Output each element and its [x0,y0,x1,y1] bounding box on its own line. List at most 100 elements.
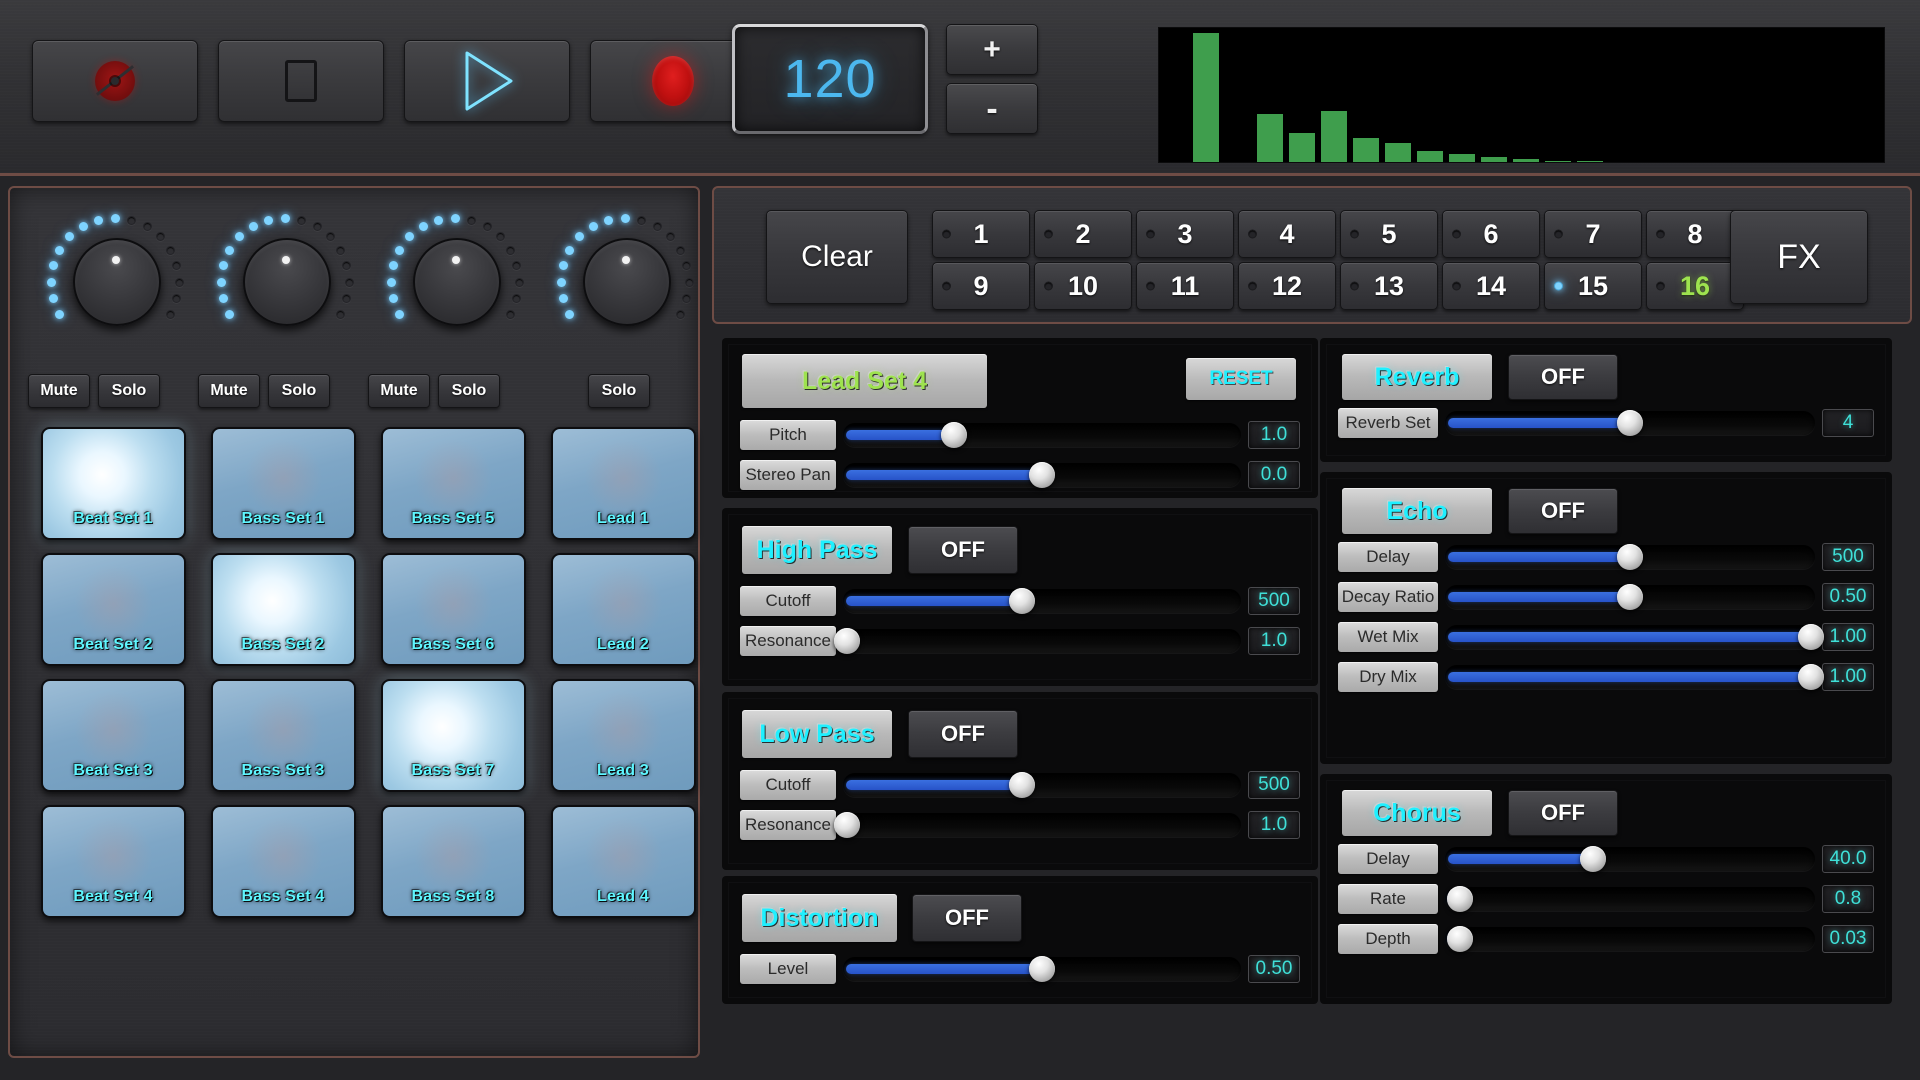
play-button[interactable] [404,40,570,122]
reverb-slider-track[interactable] [1445,410,1815,436]
echo-slider-track[interactable] [1445,544,1815,570]
channel-4-volume-knob[interactable] [550,210,700,355]
echo-slider-thumb[interactable] [1617,584,1643,610]
solo-button-4[interactable]: Solo [588,374,650,408]
pad-1[interactable]: Beat Set 1 [40,426,186,540]
knob-led [93,215,103,225]
pad-13[interactable]: Beat Set 4 [40,804,186,918]
pad-3[interactable]: Bass Set 5 [380,426,526,540]
pattern-button-14[interactable]: 14 [1442,262,1540,310]
pad-16[interactable]: Lead 4 [550,804,696,918]
pattern-button-label: 11 [1170,270,1200,301]
channel-1-volume-knob[interactable] [40,210,190,355]
pad-12[interactable]: Lead 3 [550,678,696,792]
pad-15[interactable]: Bass Set 8 [380,804,526,918]
pad-5[interactable]: Beat Set 2 [40,552,186,666]
chorus-slider-value: 0.03 [1822,925,1874,953]
chorus-slider-track[interactable] [1445,886,1815,912]
chorus-slider-thumb[interactable] [1446,886,1473,912]
high-pass-slider-value: 1.0 [1248,627,1300,655]
knob-led [684,277,694,287]
sound-slider-thumb[interactable] [1029,462,1055,488]
pattern-button-15[interactable]: 15 [1544,262,1642,310]
fx-button[interactable]: FX [1730,210,1868,304]
sound-slider-thumb[interactable] [941,422,968,448]
high-pass-slider-thumb[interactable] [833,628,860,654]
mute-button-1[interactable]: Mute [28,374,90,408]
knob-led [467,215,477,225]
low-pass-slider-thumb[interactable] [1009,772,1036,798]
pad-11[interactable]: Bass Set 7 [380,678,526,792]
channel-3-volume-knob[interactable] [380,210,530,355]
pad-2[interactable]: Bass Set 1 [210,426,356,540]
high-pass-slider-track[interactable] [833,628,1241,654]
low-pass-toggle[interactable]: OFF [908,710,1018,758]
distortion-slider-thumb[interactable] [1029,956,1055,982]
pattern-button-13[interactable]: 13 [1340,262,1438,310]
chorus-slider-label: Depth [1338,924,1438,954]
pattern-button-12[interactable]: 12 [1238,262,1336,310]
pattern-button-3[interactable]: 3 [1136,210,1234,258]
reverb-toggle[interactable]: OFF [1508,354,1618,400]
echo-slider-thumb[interactable] [1798,664,1825,690]
pad-7[interactable]: Bass Set 6 [380,552,526,666]
mute-button-2[interactable]: Mute [198,374,260,408]
knob-pointer [452,256,460,264]
pad-6[interactable]: Bass Set 2 [210,552,356,666]
sound-slider-track[interactable] [843,462,1241,488]
echo-slider-track[interactable] [1445,624,1825,650]
reset-button[interactable]: RESET [1186,358,1296,400]
chorus-slider-label: Delay [1338,844,1438,874]
low-pass-slider-thumb[interactable] [833,812,860,838]
knob-led [388,260,398,270]
distortion-slider-track[interactable] [843,956,1241,982]
pattern-button-11[interactable]: 11 [1136,262,1234,310]
mute-button-3[interactable]: Mute [368,374,430,408]
pattern-button-2[interactable]: 2 [1034,210,1132,258]
chorus-slider-thumb[interactable] [1446,926,1473,952]
echo-slider-track[interactable] [1445,664,1825,690]
echo-slider-label: Dry Mix [1338,662,1438,692]
bpm-decrease-button[interactable]: - [946,83,1038,134]
pattern-button-5[interactable]: 5 [1340,210,1438,258]
pad-9[interactable]: Beat Set 3 [40,678,186,792]
high-pass-toggle[interactable]: OFF [908,526,1018,574]
pad-14[interactable]: Bass Set 4 [210,804,356,918]
solo-button-2[interactable]: Solo [268,374,330,408]
pattern-button-6[interactable]: 6 [1442,210,1540,258]
pattern-button-9[interactable]: 9 [932,262,1030,310]
echo-slider-thumb[interactable] [1798,624,1825,650]
clear-button[interactable]: Clear [766,210,908,304]
high-pass-slider-thumb[interactable] [1009,588,1036,614]
chorus-slider-track[interactable] [1445,926,1815,952]
distortion-toggle[interactable]: OFF [912,894,1022,942]
knob-led [342,294,352,304]
pad-10[interactable]: Bass Set 3 [210,678,356,792]
knob-led [344,277,354,287]
solo-button-3[interactable]: Solo [438,374,500,408]
stop-square-icon [285,60,317,102]
echo-slider-thumb[interactable] [1617,544,1643,570]
pattern-button-10[interactable]: 10 [1034,262,1132,310]
pattern-button-4[interactable]: 4 [1238,210,1336,258]
pattern-button-1[interactable]: 1 [932,210,1030,258]
reverb-slider-thumb[interactable] [1617,410,1643,436]
channel-2-volume-knob[interactable] [210,210,360,355]
sound-slider-track[interactable] [843,422,1241,448]
chorus-toggle[interactable]: OFF [1508,790,1618,836]
low-pass-panel: Low Pass OFF Cutoff 500 Resonance 1.0 [722,692,1318,870]
bpm-increase-button[interactable]: + [946,24,1038,75]
echo-toggle[interactable]: OFF [1508,488,1618,534]
solo-button-1[interactable]: Solo [98,374,160,408]
rewind-button[interactable] [32,40,198,122]
chorus-slider-track[interactable] [1445,846,1815,872]
pattern-button-7[interactable]: 7 [1544,210,1642,258]
echo-slider-track[interactable] [1445,584,1815,610]
pad-8[interactable]: Lead 2 [550,552,696,666]
high-pass-slider-track[interactable] [843,588,1241,614]
stop-button[interactable] [218,40,384,122]
pad-4[interactable]: Lead 1 [550,426,696,540]
chorus-slider-thumb[interactable] [1580,846,1606,872]
low-pass-slider-track[interactable] [833,812,1241,838]
low-pass-slider-track[interactable] [843,772,1241,798]
